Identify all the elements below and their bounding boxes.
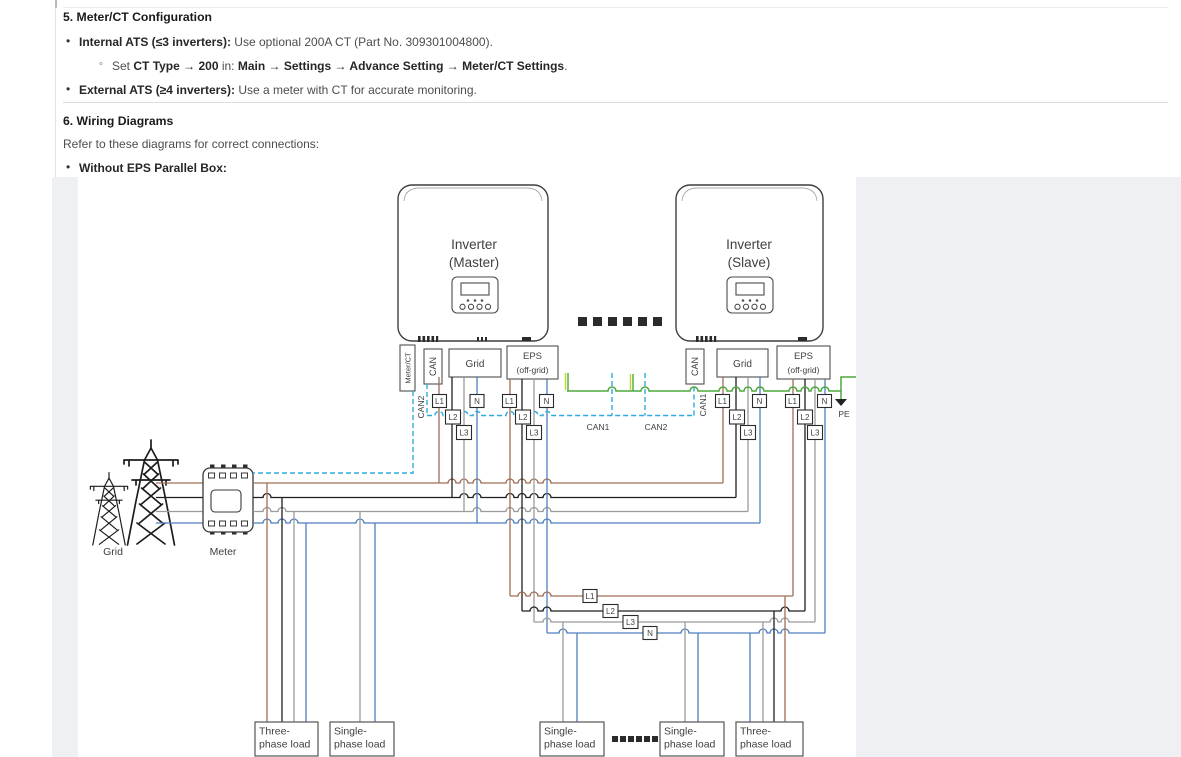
svg-text:N: N [822,397,828,406]
slave-inverter-display-icon [727,277,773,313]
three-phase-load-label: Three- [259,726,290,738]
three-phase-load-label: Three- [740,726,771,738]
middle-can1-label: CAN1 [587,422,610,432]
energy-meter [203,465,253,535]
section-6-heading: 6. Wiring Diagrams [63,114,173,128]
master-inverter: Inverter (Master) [398,185,548,342]
svg-text:L2: L2 [519,413,528,422]
bullet-marker: • [66,160,70,174]
master-inverter-label: Inverter [451,237,497,252]
svg-text:N: N [544,397,550,406]
svg-text:phase load: phase load [334,739,386,751]
eps-vertical-wires [510,379,825,633]
svg-text:N: N [757,397,763,406]
master-inverter-sublabel: (Master) [449,255,499,270]
svg-text:L3: L3 [460,429,469,438]
more-loads-ellipsis-icon [612,736,658,742]
svg-text:L2: L2 [606,607,615,616]
left-divider-tick [55,0,57,8]
single-phase-load-label: Single- [544,726,577,738]
load-boxes: Three- phase load Single- phase load Sin… [255,722,803,756]
svg-text:L1: L1 [718,397,727,406]
wiring-diagram-image: Inverter (Master) Inverter (Slave) [78,177,856,757]
eps-load-drop-wires [563,596,785,722]
svg-text:phase load: phase load [259,739,311,751]
top-rule [63,7,1168,8]
section-5-bullet-1: Internal ATS (≤3 inverters): Use optiona… [79,35,493,49]
document-page: 5. Meter/CT Configuration • Internal ATS… [0,0,1181,757]
section-divider-rule [63,102,1168,103]
slave-inverter-sublabel: (Slave) [728,255,771,270]
svg-text:L2: L2 [449,413,458,422]
svg-text:phase load: phase load [664,739,716,751]
bullet-marker: • [66,34,70,48]
section-5-bullet-2: External ATS (≥4 inverters): Use a meter… [79,83,477,97]
single-phase-load-label: Single- [334,726,367,738]
grid-caption: Grid [103,546,123,558]
master-port-eps-label: EPS [523,351,542,362]
master-port-meter-ct-label: Meter/CT [404,352,413,384]
svg-text:L1: L1 [586,592,595,601]
slave-inverter: Inverter (Slave) [676,185,823,342]
master-can2-label: CAN2 [416,395,426,418]
svg-text:N: N [474,397,480,406]
svg-text:N: N [647,629,653,638]
more-inverters-ellipsis-icon [578,317,662,326]
grid-vertical-wires [267,377,760,722]
meter-caption: Meter [210,546,237,558]
transmission-towers-icon [90,440,178,545]
svg-text:L3: L3 [530,429,539,438]
svg-text:L2: L2 [801,413,810,422]
section-5-sub-bullet: Set CT Type → 200 in: Main → Settings → … [112,59,567,73]
single-phase-load-label: Single- [664,726,697,738]
can-communication-lines [253,373,694,473]
load-bus-label-boxes: L1 L2 L3 N [583,590,657,640]
grid-bus-lines [253,479,760,523]
bullet-marker: • [66,82,70,96]
master-port-grid-label: Grid [466,359,485,370]
slave-inverter-label: Inverter [726,237,772,252]
master-port-eps-sublabel: (off-grid) [517,365,549,375]
svg-text:phase load: phase load [740,739,792,751]
slave-port-eps-label: EPS [794,351,813,362]
slave-port-eps-sublabel: (off-grid) [788,365,820,375]
svg-text:L1: L1 [505,397,514,406]
master-inverter-display-icon [452,277,498,313]
svg-text:L1: L1 [788,397,797,406]
svg-text:L3: L3 [744,429,753,438]
slave-port-grid-label: Grid [733,359,752,370]
slave-port-can-label: CAN [690,357,700,376]
middle-can2-label: CAN2 [645,422,668,432]
svg-text:L1: L1 [435,397,444,406]
eps-load-bus-lines [510,592,825,633]
slave-can1-label: CAN1 [698,393,708,416]
svg-text:phase load: phase load [544,739,596,751]
left-divider-line [55,0,56,177]
svg-text:L3: L3 [811,429,820,438]
section-6-bullet-1: Without EPS Parallel Box: [79,161,227,175]
section-5-heading: 5. Meter/CT Configuration [63,10,212,24]
svg-text:L3: L3 [626,618,635,627]
sub-bullet-marker: ◦ [99,58,103,70]
master-port-can-label: CAN [428,357,438,376]
pe-ground-icon [835,399,847,406]
pe-label: PE [838,409,850,419]
phase-label-boxes: L1N L2L3 L1N L2L3 L1N L2L3 L1N L2L3 [433,395,832,440]
section-6-paragraph: Refer to these diagrams for correct conn… [63,137,319,151]
svg-text:L2: L2 [733,413,742,422]
